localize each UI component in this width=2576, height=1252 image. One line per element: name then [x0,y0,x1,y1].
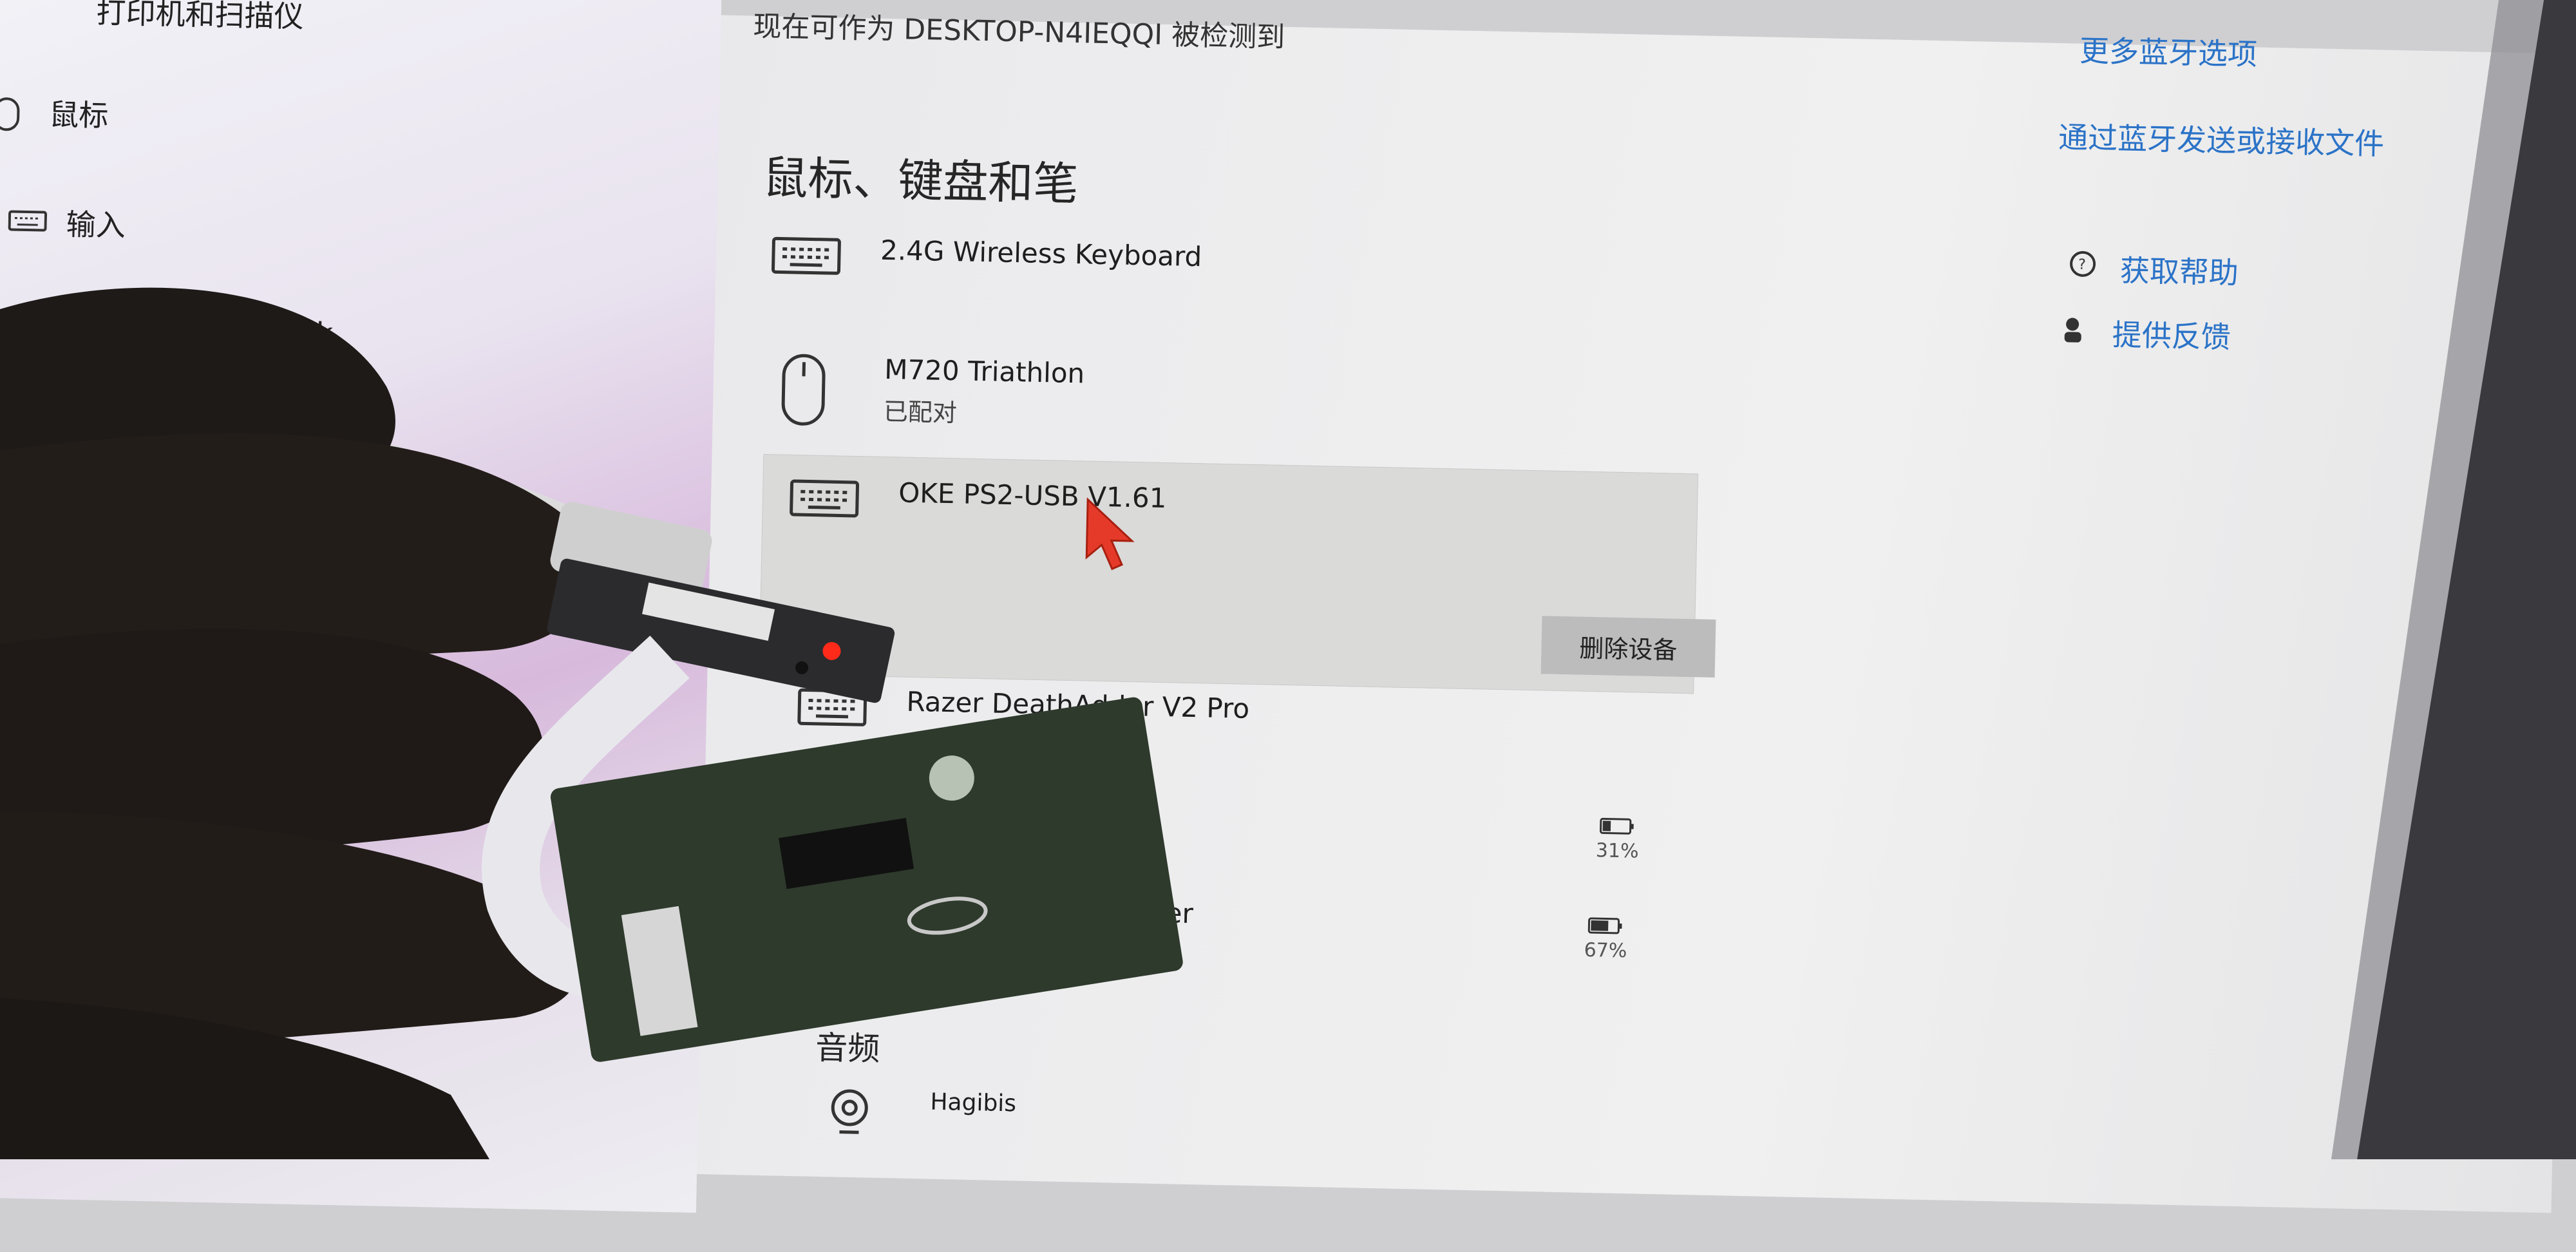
remove-device-button[interactable]: 删除设备 [1541,616,1716,678]
device-name-partial: oller [1133,896,1193,929]
settings-window: 打印机和扫描仪 鼠标 输入 s Ink 现在可作为 DESKTOP-N4IEQQ… [0,0,2575,1213]
battery-indicator-1: 31% [1596,816,1640,862]
mouse-icon [0,96,23,128]
device-status: 已配对 [883,392,1084,432]
device-name: Razer DeathAdder V2 Pro [906,686,1250,725]
sidebar-item-label: s Ink [263,315,334,351]
keyboard-icon [8,205,39,237]
feedback-link[interactable]: 提供反馈 [2060,310,2231,357]
device-item-m720[interactable]: M720 Triathlon 已配对 [773,351,1084,431]
more-bluetooth-options-link[interactable]: 更多蓝牙选项 [2079,28,2257,74]
sidebar: 打印机和扫描仪 鼠标 输入 s Ink [0,0,722,1213]
section-title-audio: 音频 [815,1022,880,1070]
battery-percent: 31% [1596,839,1639,862]
sidebar-item-mouse[interactable]: 鼠标 [0,90,109,135]
sidebar-item-label: 打印机和扫描仪 [96,0,304,36]
mouse-cursor [1083,496,1142,574]
device-item-wireless-keyboard[interactable]: 2.4G Wireless Keyboard [770,232,1202,292]
feedback-icon [2060,312,2093,352]
sidebar-item-printers[interactable]: 打印机和扫描仪 [38,0,304,36]
printer-icon [38,0,70,25]
sidebar-item-input[interactable]: 输入 [8,200,126,245]
battery-percent: 67% [1584,939,1627,962]
device-name: Hagibis [930,1089,1016,1117]
device-item-razer-deathadder[interactable]: Razer DeathAdder V2 Pro [796,683,1249,745]
help-icon: ? [2068,248,2101,288]
keyboard-icon [770,232,842,285]
get-help-link[interactable]: ? 获取帮助 [2068,246,2239,292]
svg-text:?: ? [2078,256,2086,272]
keyboard-icon [796,683,868,736]
sidebar-item-label: 鼠标 [49,91,109,135]
battery-icon [1600,816,1636,836]
webcam-icon [820,1086,892,1139]
discoverable-text: 现在可作为 DESKTOP-N4IEQQI 被检测到 [753,3,1285,55]
device-item-hagibis[interactable]: Hagibis [820,1086,1016,1142]
keyboard-icon [788,475,860,527]
section-title-mouse-keyboard-pen: 鼠标、键盘和笔 [762,142,1079,213]
send-receive-files-link[interactable]: 通过蓝牙发送或接收文件 [2058,114,2385,164]
sidebar-item-label: 输入 [66,201,126,245]
mouse-icon [774,351,846,404]
device-name: M720 Triathlon [884,354,1085,390]
sidebar-item-ink[interactable]: s Ink [263,315,334,351]
device-item-oke-ps2-usb-selected[interactable]: OKE PS2-USB V1.61 删除设备 [759,454,1698,694]
main-content: 现在可作为 DESKTOP-N4IEQQI 被检测到 更多蓝牙选项 通过蓝牙发送… [690,0,2576,1252]
battery-indicator-2: 67% [1584,916,1627,962]
battery-icon [1587,916,1624,936]
device-name: 2.4G Wireless Keyboard [880,234,1202,272]
